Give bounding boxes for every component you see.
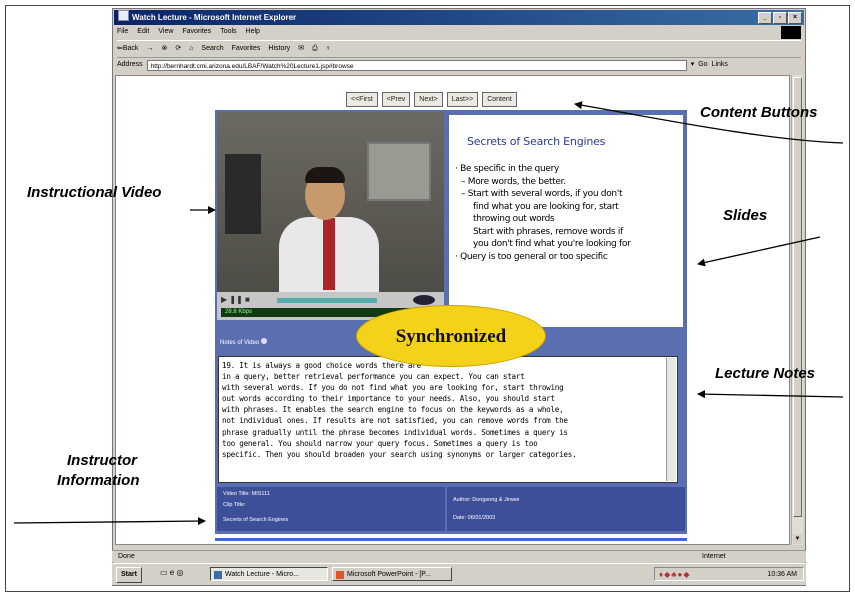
arrow-lecture-notes: [697, 390, 844, 399]
arrow-slides: [697, 236, 821, 267]
annotation-arrows: [13, 101, 844, 526]
arrow-content-buttons: [574, 101, 844, 144]
arrow-instructor-information: [13, 517, 206, 526]
